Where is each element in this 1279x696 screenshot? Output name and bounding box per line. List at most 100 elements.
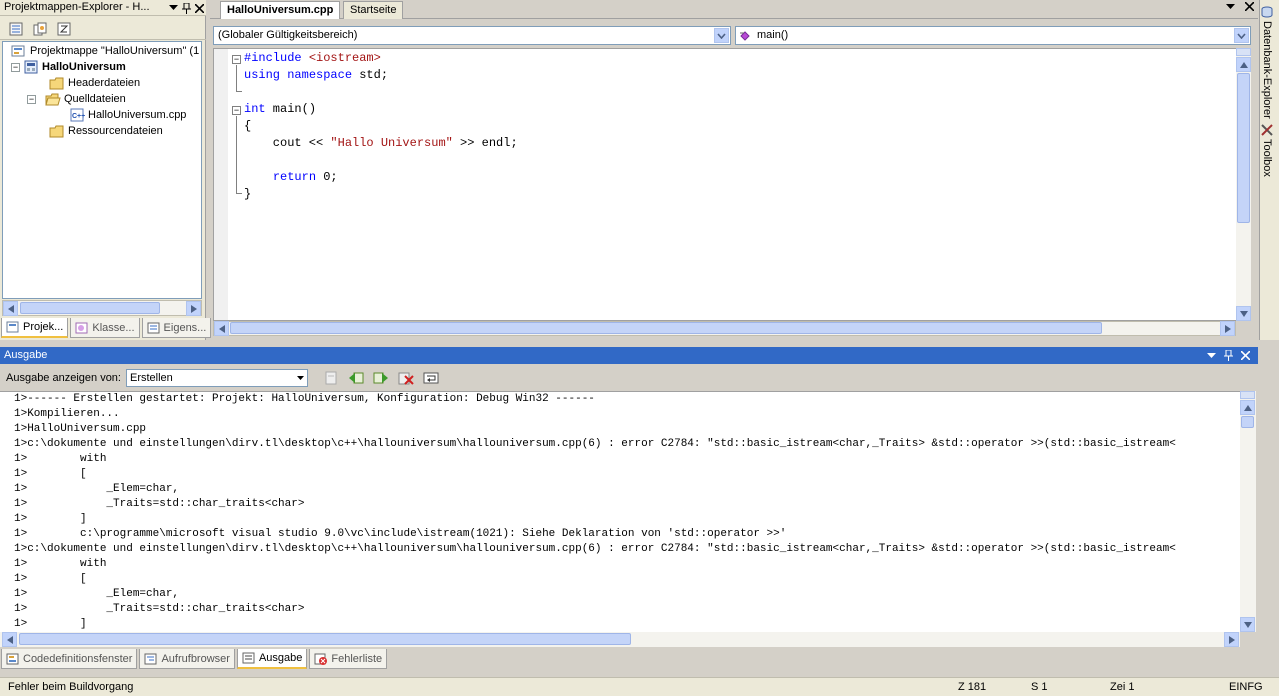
solution-explorer-panel: Projektmappen-Explorer - H... Projektmap… — [0, 0, 212, 340]
output-line: 1> _Traits=std::char_traits<char> — [14, 498, 305, 510]
tab-label: HalloUniversum.cpp — [227, 4, 334, 16]
scrollbar-thumb[interactable] — [20, 302, 160, 314]
tree-item-solution[interactable]: Projektmappe "HalloUniversum" (1 P — [11, 43, 201, 59]
scope-dropdown[interactable]: (Globaler Gültigkeitsbereich) — [213, 26, 731, 45]
solution-explorer-title: Projektmappen-Explorer - H... — [0, 0, 206, 16]
scroll-left-button[interactable] — [214, 321, 229, 336]
output-line: 1> c:\programme\microsoft visual studio … — [14, 528, 787, 540]
properties-button[interactable] — [6, 20, 26, 38]
arrow-up-icon — [1239, 61, 1248, 68]
find-message-icon — [325, 371, 337, 384]
split-handle[interactable] — [1236, 48, 1251, 56]
editor-horizontal-scrollbar[interactable] — [213, 321, 1236, 336]
tree-item-project[interactable]: − HalloUniversum — [11, 59, 126, 75]
scrollbar-thumb[interactable] — [19, 633, 631, 645]
tree-item-cpp-file[interactable]: C++ HalloUniversum.cpp — [69, 107, 186, 123]
output-text-area[interactable]: 1>------ Erstellen gestartet: Projekt: H… — [0, 391, 1240, 632]
tab-code-definition-window[interactable]: Codedefinitionsfenster — [1, 649, 138, 669]
tab-output[interactable]: Ausgabe — [236, 649, 308, 669]
tab-label: Ausgabe — [258, 652, 303, 664]
output-line: 1> [ — [14, 468, 87, 480]
tab-toolbox[interactable]: Toolbox — [1261, 124, 1273, 177]
tab-startseite[interactable]: Startseite — [343, 1, 404, 19]
outline-collapse-toggle[interactable]: − — [232, 106, 241, 115]
show-output-from-dropdown[interactable]: Erstellen — [125, 368, 308, 387]
arrow-left-icon — [218, 324, 225, 333]
editor-vertical-scrollbar[interactable] — [1236, 48, 1251, 321]
go-previous-icon — [348, 372, 364, 383]
tab-class-view[interactable]: Klasse... — [70, 318, 140, 338]
pin-icon[interactable] — [182, 2, 191, 14]
window-position-dropdown-icon[interactable] — [169, 5, 178, 11]
clear-all-button[interactable] — [396, 369, 416, 387]
scroll-right-button[interactable] — [1224, 632, 1239, 647]
close-document-icon[interactable] — [1245, 2, 1254, 11]
tab-label: Fehlerliste — [331, 652, 383, 665]
output-line: 1>------ Erstellen gestartet: Projekt: H… — [14, 393, 595, 405]
scroll-down-button[interactable] — [1236, 306, 1251, 321]
tab-call-browser[interactable]: Aufrufbrowser — [139, 649, 235, 669]
outline-line — [236, 193, 242, 194]
scroll-up-button[interactable] — [1236, 57, 1251, 72]
output-panel-title: Ausgabe — [0, 347, 1258, 364]
tree-item-headers[interactable]: Headerdateien — [49, 75, 140, 91]
member-dropdown[interactable]: main() — [735, 26, 1251, 45]
close-icon[interactable] — [195, 3, 204, 13]
document-tab-strip: HalloUniversum.cpp Startseite — [210, 0, 1258, 19]
code-line: using namespace std; — [244, 67, 388, 84]
output-line: 1> ] — [14, 513, 87, 525]
tree-item-label: HalloUniversum — [42, 61, 126, 73]
scrollbar-thumb[interactable] — [230, 322, 1102, 334]
tab-project-explorer[interactable]: Projek... — [1, 318, 69, 338]
tab-label: Toolbox — [1261, 139, 1273, 177]
scrollbar-thumb[interactable] — [1241, 416, 1254, 428]
tab-hallouniversum-cpp[interactable]: HalloUniversum.cpp — [220, 1, 341, 19]
scrollbar-thumb[interactable] — [1237, 73, 1250, 223]
folder-icon — [49, 77, 65, 90]
chevron-down-icon[interactable] — [1234, 28, 1249, 43]
output-horizontal-scrollbar[interactable] — [0, 632, 1240, 647]
collapse-toggle[interactable]: − — [27, 94, 36, 104]
window-position-dropdown-icon[interactable] — [1207, 352, 1216, 359]
scroll-left-button[interactable] — [3, 301, 18, 316]
pin-icon[interactable] — [1224, 350, 1233, 361]
arrow-left-icon — [6, 635, 13, 644]
tab-error-list[interactable]: Fehlerliste — [309, 649, 388, 669]
collapse-toggle[interactable]: − — [11, 62, 20, 72]
show-all-files-button[interactable] — [30, 20, 50, 38]
code-token: return — [272, 170, 317, 184]
tab-database-explorer[interactable]: Datenbank-Explorer — [1261, 6, 1273, 119]
split-handle[interactable] — [1240, 391, 1255, 399]
code-editor[interactable]: − − #include <iostream> using namespace s… — [213, 48, 1251, 321]
scroll-left-button[interactable] — [2, 632, 17, 647]
output-line: 1> ] — [14, 618, 87, 630]
toggle-word-wrap-button[interactable] — [421, 369, 441, 387]
active-files-dropdown-icon[interactable] — [1226, 2, 1235, 11]
find-message-button[interactable] — [321, 369, 341, 387]
outline-collapse-toggle[interactable]: − — [232, 55, 241, 64]
scroll-right-button[interactable] — [1220, 321, 1235, 336]
output-line: 1>c:\dokumente und einstellungen\dirv.tl… — [14, 438, 1176, 450]
status-column-number: S 1 — [1031, 681, 1048, 693]
previous-message-button[interactable] — [346, 369, 366, 387]
scroll-down-button[interactable] — [1240, 617, 1255, 632]
close-icon[interactable] — [1241, 351, 1250, 360]
solution-tab-icon — [6, 321, 20, 333]
tree-item-sources[interactable]: − Quelldateien — [27, 91, 126, 107]
output-line: 1> _Traits=std::char_traits<char> — [14, 603, 305, 615]
scroll-up-button[interactable] — [1240, 400, 1255, 415]
next-message-button[interactable] — [371, 369, 391, 387]
chevron-down-icon[interactable] — [714, 28, 729, 43]
view-code-button[interactable] — [54, 20, 74, 38]
tree-item-resources[interactable]: Ressourcendateien — [49, 123, 163, 139]
clear-all-icon — [398, 372, 414, 385]
chevron-down-icon[interactable] — [296, 375, 304, 380]
tab-label: Startseite — [350, 4, 397, 16]
tab-label: Eigens... — [163, 321, 207, 334]
scroll-right-button[interactable] — [186, 301, 201, 316]
tab-properties[interactable]: Eigens... — [141, 318, 212, 338]
output-vertical-scrollbar[interactable] — [1240, 391, 1256, 632]
class-view-icon — [75, 322, 89, 334]
horizontal-scrollbar[interactable] — [2, 300, 202, 316]
